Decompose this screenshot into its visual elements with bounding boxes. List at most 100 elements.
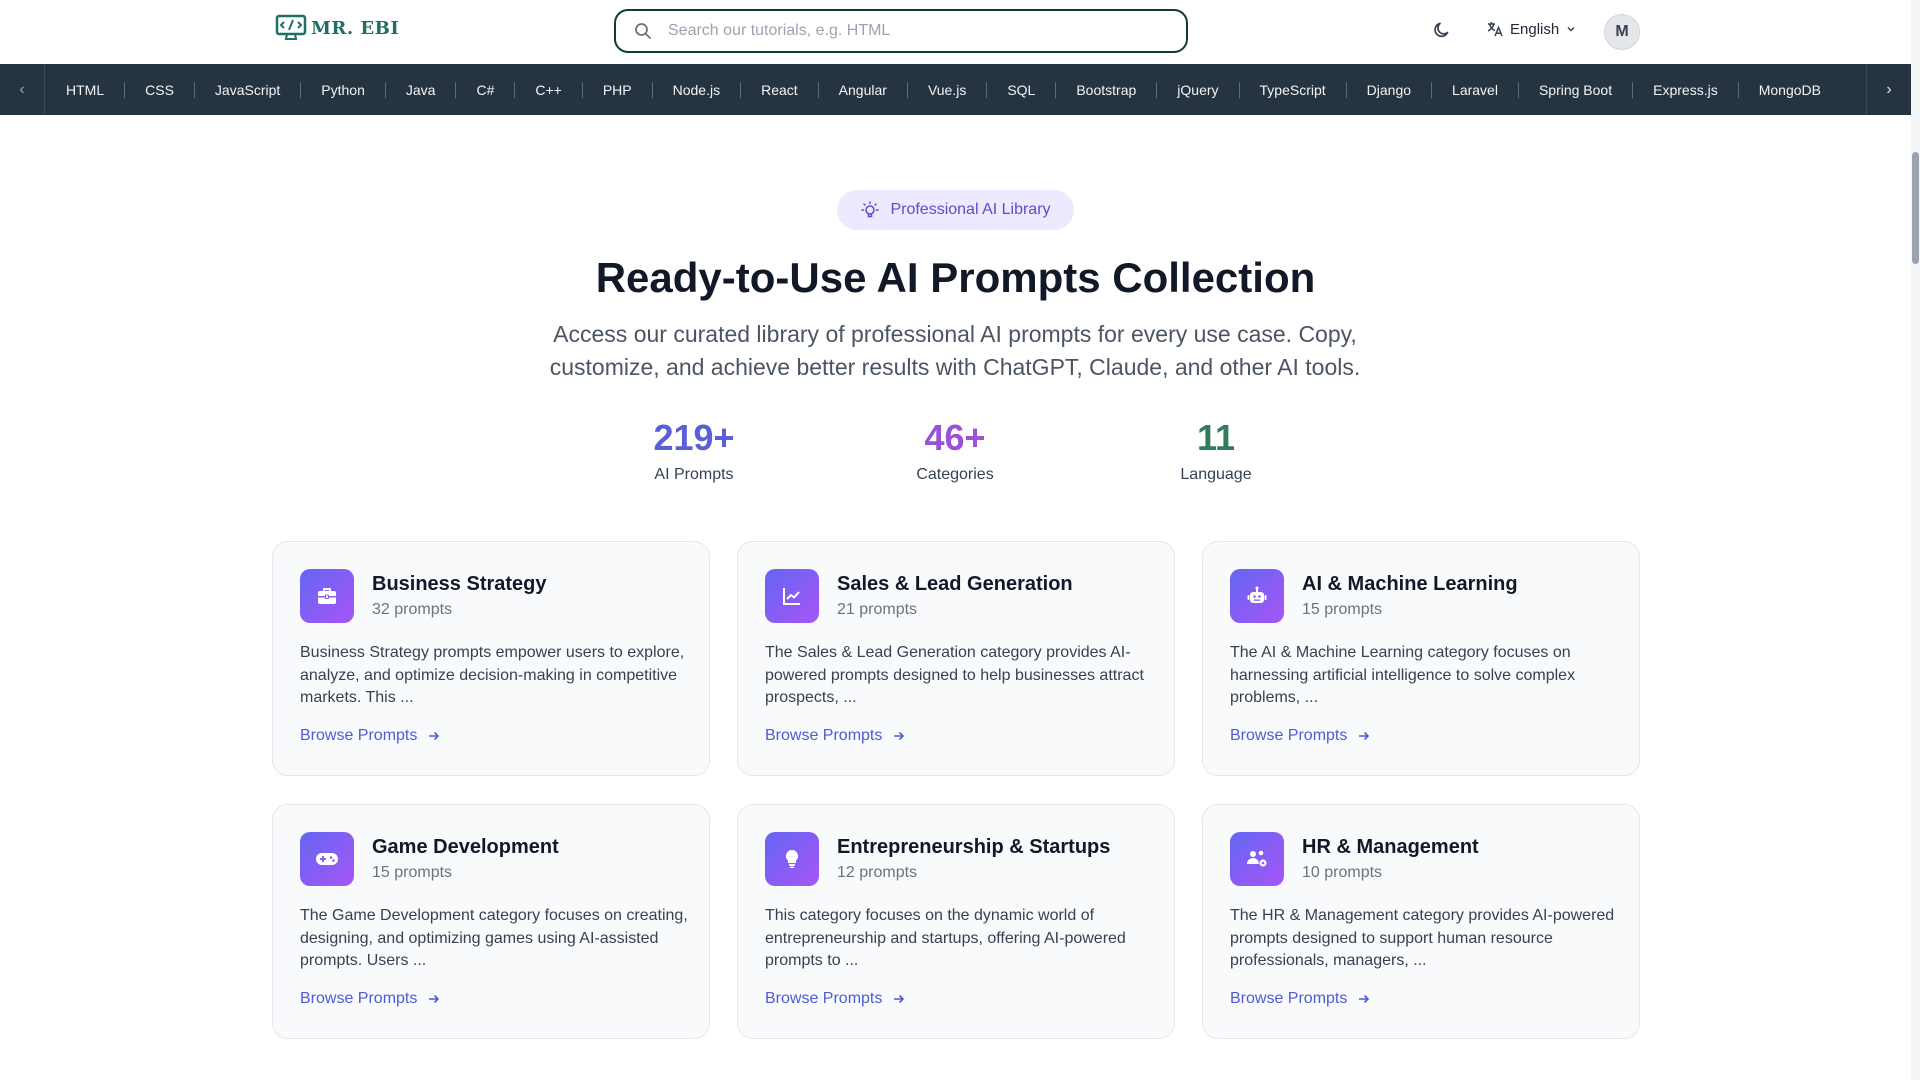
page-title: Ready-to-Use AI Prompts Collection xyxy=(595,254,1316,301)
browse-prompts-label: Browse Prompts xyxy=(1230,990,1348,1007)
card-count: 12 prompts xyxy=(837,864,918,881)
lightbulb-icon xyxy=(861,201,880,218)
browse-prompts-link[interactable]: Browse Prompts xyxy=(1230,727,1371,745)
nav-item[interactable]: Express.js xyxy=(1633,81,1739,98)
browse-prompts-link[interactable]: Browse Prompts xyxy=(765,727,906,745)
stat-categories: 46+ Categories xyxy=(855,414,1055,484)
stat-label: Categories xyxy=(916,466,994,483)
code-monitor-icon xyxy=(275,14,307,40)
category-card-business-strategy[interactable]: Business Strategy 32 prompts Business St… xyxy=(272,541,710,776)
browse-prompts-label: Browse Prompts xyxy=(1230,727,1348,744)
card-count: 32 prompts xyxy=(372,601,453,618)
nav-item[interactable]: PHP xyxy=(583,81,653,98)
card-title: Business Strategy xyxy=(372,573,547,595)
card-description: The Game Development category focuses on… xyxy=(300,907,688,969)
chevron-down-icon xyxy=(1567,26,1575,32)
nav-item[interactable]: Django xyxy=(1347,81,1433,98)
browse-prompts-label: Browse Prompts xyxy=(765,990,883,1007)
nav-item[interactable]: Angular xyxy=(819,81,908,98)
page-subtitle: Access our curated library of profession… xyxy=(549,321,1361,380)
card-title: Game Development xyxy=(372,836,559,858)
moon-icon xyxy=(1434,22,1449,38)
card-count: 10 prompts xyxy=(1302,864,1383,881)
card-count: 15 prompts xyxy=(1302,601,1383,618)
gamepad-icon xyxy=(300,832,354,886)
arrow-right-icon xyxy=(1359,994,1370,1004)
nav-item[interactable]: Node.js xyxy=(653,81,742,98)
browse-prompts-link[interactable]: Browse Prompts xyxy=(1230,990,1371,1008)
card-description: This category focuses on the dynamic wor… xyxy=(765,907,1126,969)
category-card-hr-management[interactable]: HR & Management 10 prompts The HR & Mana… xyxy=(1202,804,1640,1039)
library-badge-label: Professional AI Library xyxy=(890,201,1051,218)
chevron-right-icon: › xyxy=(1886,80,1892,98)
search-bar[interactable] xyxy=(614,9,1188,53)
nav-item[interactable]: JavaScript xyxy=(195,81,302,98)
nav-item[interactable]: React xyxy=(741,81,819,98)
library-badge: Professional AI Library xyxy=(837,190,1074,230)
browse-prompts-link[interactable]: Browse Prompts xyxy=(300,727,441,745)
stat-value: 219+ xyxy=(653,417,735,458)
nav-item[interactable]: Bootstrap xyxy=(1056,81,1158,98)
stat-value: 11 xyxy=(1196,417,1236,458)
tutorial-nav: ‹ HTML CSS JavaScript Python Java C# C++… xyxy=(0,64,1911,115)
nav-item[interactable]: Java xyxy=(386,81,457,98)
nav-item[interactable]: TypeScript xyxy=(1240,81,1347,98)
browse-prompts-link[interactable]: Browse Prompts xyxy=(300,990,441,1008)
arrow-right-icon xyxy=(1359,731,1370,741)
card-description: The HR & Management category provides AI… xyxy=(1230,907,1615,969)
category-card-sales-lead-generation[interactable]: Sales & Lead Generation 21 prompts The S… xyxy=(737,541,1175,776)
nav-item[interactable]: Python xyxy=(301,81,386,98)
page-scrollbar-thumb[interactable] xyxy=(1912,152,1919,264)
nav-item[interactable]: Spring Boot xyxy=(1519,81,1634,98)
browse-prompts-label: Browse Prompts xyxy=(765,727,883,744)
browse-prompts-label: Browse Prompts xyxy=(300,727,418,744)
language-label: English xyxy=(1510,20,1560,38)
browse-prompts-label: Browse Prompts xyxy=(300,990,418,1007)
arrow-right-icon xyxy=(894,994,905,1004)
dark-mode-toggle[interactable] xyxy=(1432,20,1452,45)
stat-languages: 11 Language xyxy=(1116,414,1316,484)
robot-icon xyxy=(1230,569,1284,623)
category-card-game-development[interactable]: Game Development 15 prompts The Game Dev… xyxy=(272,804,710,1039)
stat-prompts: 219+ AI Prompts xyxy=(594,414,794,484)
nav-item[interactable]: Vue.js xyxy=(908,81,988,98)
nav-items: HTML CSS JavaScript Python Java C# C++ P… xyxy=(46,64,1865,115)
arrow-right-icon xyxy=(429,731,440,741)
search-icon xyxy=(635,23,651,39)
stat-label: Language xyxy=(1180,466,1252,483)
category-card-entrepreneurship-startups[interactable]: Entrepreneurship & Startups 12 prompts T… xyxy=(737,804,1175,1039)
chevron-left-icon: ‹ xyxy=(19,80,25,98)
briefcase-icon xyxy=(300,569,354,623)
user-avatar[interactable]: M xyxy=(1604,14,1640,50)
nav-item[interactable]: SQL xyxy=(987,81,1057,98)
nav-item[interactable]: MongoDB xyxy=(1739,82,1841,98)
language-selector[interactable]: English xyxy=(1486,20,1577,38)
arrow-right-icon xyxy=(429,994,440,1004)
nav-scroll-left[interactable]: ‹ xyxy=(0,64,45,115)
search-input[interactable] xyxy=(666,21,1150,41)
card-title: Sales & Lead Generation xyxy=(837,573,1073,595)
top-header: MR. EBI English M xyxy=(0,0,1920,64)
card-title: HR & Management xyxy=(1302,836,1479,858)
stat-label: AI Prompts xyxy=(654,466,734,483)
card-count: 21 prompts xyxy=(837,601,918,618)
browse-prompts-link[interactable]: Browse Prompts xyxy=(765,990,906,1008)
site-logo[interactable]: MR. EBI xyxy=(275,14,399,42)
nav-item[interactable]: C++ xyxy=(515,81,583,98)
users-cog-icon xyxy=(1230,832,1284,886)
nav-item[interactable]: C# xyxy=(456,81,516,98)
category-card-ai-machine-learning[interactable]: AI & Machine Learning 15 prompts The AI … xyxy=(1202,541,1640,776)
card-title: Entrepreneurship & Startups xyxy=(837,836,1111,858)
nav-item[interactable]: jQuery xyxy=(1157,81,1240,98)
nav-item[interactable]: Laravel xyxy=(1432,81,1519,98)
chart-line-icon xyxy=(765,569,819,623)
nav-scroll-right[interactable]: › xyxy=(1866,64,1911,115)
nav-item[interactable]: HTML xyxy=(46,81,126,98)
arrow-right-icon xyxy=(894,731,905,741)
card-count: 15 prompts xyxy=(372,864,453,881)
lightbulb-icon xyxy=(765,832,819,886)
logo-text: MR. EBI xyxy=(311,17,400,39)
translate-icon xyxy=(1487,22,1503,37)
nav-item[interactable]: CSS xyxy=(125,81,195,98)
card-title: AI & Machine Learning xyxy=(1302,573,1518,595)
